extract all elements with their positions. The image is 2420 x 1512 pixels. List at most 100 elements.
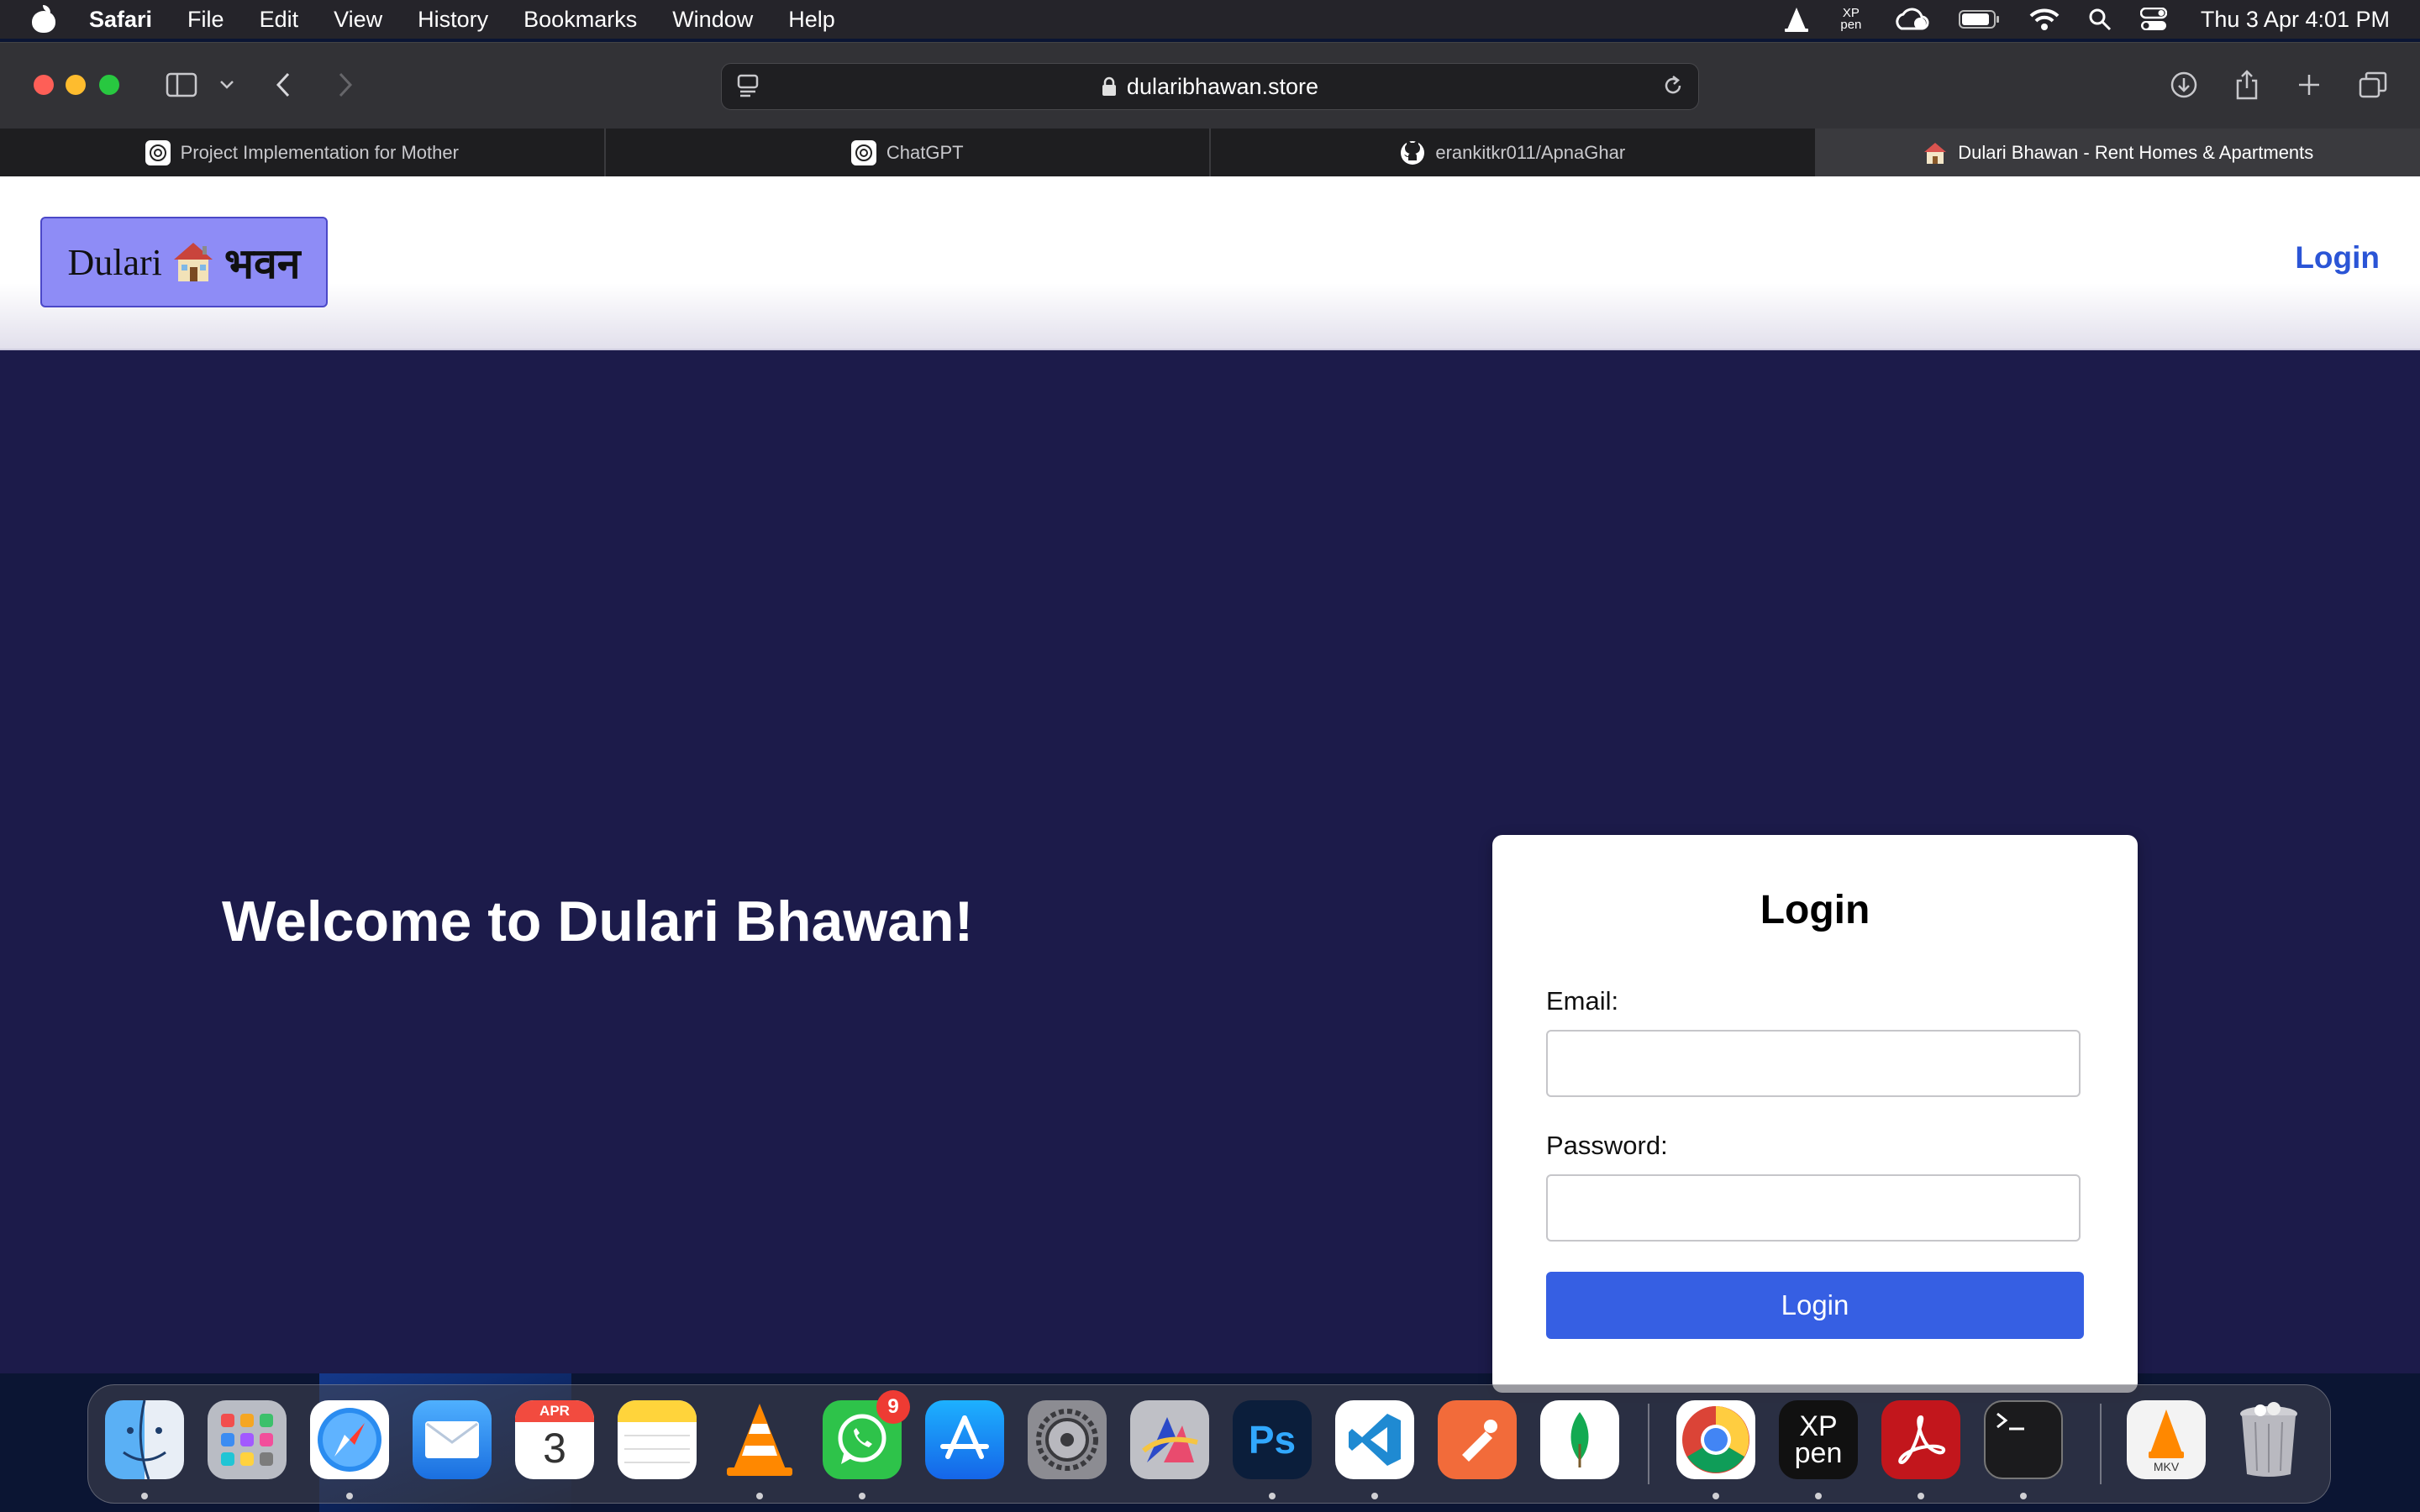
control-center-icon[interactable]	[2139, 0, 2167, 39]
tab-title: ChatGPT	[886, 141, 964, 163]
tab-overview-icon[interactable]	[2356, 66, 2390, 103]
xp-pen-label: XP pen	[1840, 6, 1862, 32]
apple-menu-icon[interactable]	[32, 5, 55, 33]
wifi-icon[interactable]	[2029, 0, 2060, 39]
mkv-file-icon[interactable]: MKV	[2127, 1400, 2206, 1479]
menu-file[interactable]: File	[187, 7, 224, 33]
photoshop-icon[interactable]: Ps	[1233, 1400, 1312, 1479]
mail-icon[interactable]	[413, 1400, 492, 1479]
sidebar-toggle-icon[interactable]	[165, 66, 198, 103]
email-field[interactable]	[1546, 1030, 2081, 1097]
logo-text-latin: Dulari	[67, 241, 162, 283]
login-card: Login Email: Password: Login	[1492, 835, 2138, 1393]
url-text[interactable]: dularibhawan.store	[1127, 74, 1318, 100]
menu-window[interactable]: Window	[672, 7, 753, 33]
calendar-day: 3	[543, 1425, 566, 1472]
tab-title: Dulari Bhawan - Rent Homes & Apartments	[1958, 141, 2314, 163]
tab-group-chevron-down-icon[interactable]	[217, 66, 237, 103]
menu-history[interactable]: History	[418, 7, 488, 33]
xp-pen-app-label: XP pen	[1794, 1410, 1843, 1469]
trash-icon[interactable]	[2229, 1400, 2308, 1479]
spotlight-search-icon[interactable]	[2088, 0, 2112, 39]
safari-icon[interactable]	[310, 1400, 389, 1479]
dock-running-indicator	[1712, 1493, 1719, 1499]
window-minimize-button[interactable]	[66, 75, 86, 95]
dock-running-indicator	[1918, 1493, 1924, 1499]
menu-help[interactable]: Help	[788, 7, 835, 33]
web-page: Dulari भवन Login Welcome to Dulari Bhawa…	[0, 176, 2420, 1393]
calendar-icon[interactable]: APR 3	[515, 1400, 594, 1479]
app-store-icon[interactable]	[925, 1400, 1004, 1479]
browser-toolbar: dularibhawan.store	[0, 42, 2420, 129]
reload-icon[interactable]	[1661, 74, 1685, 103]
back-button[interactable]	[271, 66, 296, 103]
lock-icon	[1102, 76, 1117, 97]
window-zoom-button[interactable]	[99, 75, 119, 95]
site-header: Dulari भवन Login	[0, 176, 2420, 350]
menu-bar-status: XP pen Thu 3 Apr 4:01 PM	[1755, 0, 2420, 39]
house-icon	[1923, 140, 1948, 165]
site-logo[interactable]: Dulari भवन	[40, 217, 328, 307]
dock-separator	[1648, 1404, 1649, 1484]
adobe-acrobat-icon[interactable]	[1881, 1400, 1960, 1479]
logo-text-hindi: भवन	[224, 239, 301, 288]
address-bar[interactable]: dularibhawan.store	[721, 63, 1699, 110]
xp-pen-app-icon[interactable]: XP pen	[1779, 1400, 1858, 1479]
vscode-icon[interactable]	[1335, 1400, 1414, 1479]
system-settings-icon[interactable]	[1028, 1400, 1107, 1479]
tab-project-implementation[interactable]: Project Implementation for Mother	[0, 129, 606, 176]
github-icon	[1400, 140, 1425, 165]
photoshop-label: Ps	[1248, 1418, 1297, 1462]
xp-pen-icon[interactable]: XP pen	[1838, 0, 1865, 39]
downloads-icon[interactable]	[2166, 66, 2202, 103]
dock-running-indicator	[1269, 1493, 1276, 1499]
menu-view[interactable]: View	[334, 7, 382, 33]
tab-bar: Project Implementation for Mother ChatGP…	[0, 129, 2420, 176]
menu-bar-clock[interactable]: Thu 3 Apr 4:01 PM	[2201, 7, 2390, 33]
menu-bookmarks[interactable]: Bookmarks	[523, 7, 637, 33]
tab-dulari-bhawan[interactable]: Dulari Bhawan - Rent Homes & Apartments	[1816, 129, 2420, 176]
menu-app-name[interactable]: Safari	[89, 7, 152, 33]
new-tab-icon[interactable]	[2292, 66, 2326, 103]
creative-cloud-icon[interactable]	[1893, 0, 1930, 39]
password-label: Password:	[1546, 1131, 1668, 1160]
dock: APR 3 9 Ps XP pen MKV	[87, 1384, 2331, 1504]
chatgpt-icon	[850, 139, 876, 165]
page-menu-icon[interactable]	[737, 74, 759, 103]
menu-bar: Safari File Edit View History Bookmarks …	[0, 0, 2420, 39]
affinity-icon[interactable]	[1130, 1400, 1209, 1479]
dock-running-indicator	[141, 1493, 148, 1499]
welcome-heading: Welcome to Dulari Bhawan!	[222, 890, 974, 953]
notes-icon[interactable]	[618, 1400, 697, 1479]
tab-github-apnaghar[interactable]: erankitkr011/ApnaGhar	[1211, 129, 1817, 176]
share-icon[interactable]	[2230, 66, 2264, 103]
menu-edit[interactable]: Edit	[260, 7, 299, 33]
login-title: Login	[1760, 888, 1870, 932]
password-field[interactable]	[1546, 1174, 2081, 1242]
battery-icon[interactable]	[1958, 0, 2001, 39]
nav-login-link[interactable]: Login	[2295, 240, 2380, 276]
launchpad-icon[interactable]	[208, 1400, 287, 1479]
dock-running-indicator	[859, 1493, 865, 1499]
terminal-icon[interactable]	[1984, 1400, 2063, 1479]
whatsapp-unread-badge: 9	[876, 1390, 910, 1424]
mongodb-compass-icon[interactable]	[1540, 1400, 1619, 1479]
whatsapp-icon[interactable]: 9	[823, 1390, 910, 1479]
forward-button[interactable]	[333, 66, 358, 103]
dock-running-indicator	[1815, 1493, 1822, 1499]
dock-running-indicator	[2020, 1493, 2027, 1499]
chrome-icon[interactable]	[1676, 1400, 1755, 1479]
email-label: Email:	[1546, 986, 1619, 1016]
finder-icon[interactable]	[105, 1400, 184, 1479]
vlc-icon[interactable]	[1784, 0, 1809, 39]
dock-running-indicator	[756, 1493, 763, 1499]
house-icon	[171, 239, 216, 285]
postman-icon[interactable]	[1438, 1400, 1517, 1479]
tab-title: erankitkr011/ApnaGhar	[1435, 141, 1626, 163]
dock-running-indicator	[1371, 1493, 1378, 1499]
tab-chatgpt[interactable]: ChatGPT	[606, 129, 1211, 176]
window-close-button[interactable]	[34, 75, 54, 95]
tab-title: Project Implementation for Mother	[180, 141, 459, 163]
vlc-icon[interactable]	[720, 1400, 799, 1479]
login-submit-button[interactable]: Login	[1546, 1272, 2084, 1339]
